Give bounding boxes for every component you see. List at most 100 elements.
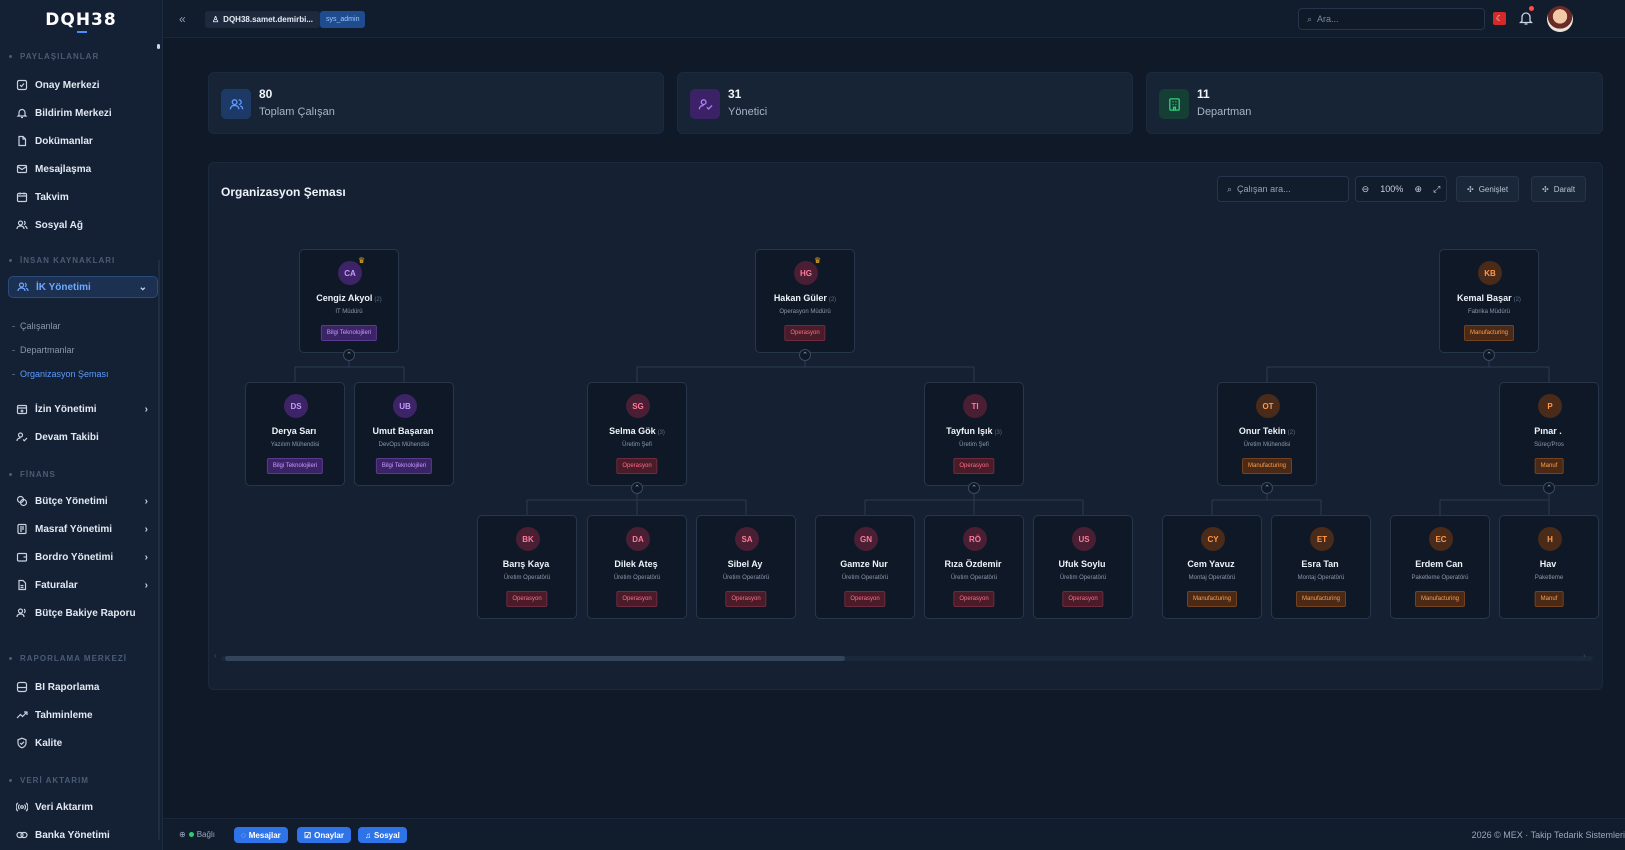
nav-izin-yonetimi[interactable]: İzin Yönetimi ›	[8, 398, 158, 420]
social-button[interactable]: ♫ Sosyal	[358, 827, 407, 843]
collapse-sidebar-icon[interactable]: «	[179, 12, 186, 26]
avatar: SG	[626, 394, 650, 418]
nav-butce-bakiye-raporu[interactable]: Bütçe Bakiye Raporu	[8, 602, 158, 624]
collapse-node-toggle[interactable]: ⌃	[968, 482, 980, 494]
collapse-node-toggle[interactable]: ⌃	[1543, 482, 1555, 494]
avatar: EC	[1429, 527, 1453, 551]
nav-sosyal-ag[interactable]: Sosyal Ağ	[8, 214, 158, 236]
department-badge: Manuf	[1534, 458, 1564, 474]
avatar: KB	[1478, 261, 1502, 285]
sidebar-scroll-indicator	[157, 44, 160, 49]
subnav-calisanlar[interactable]: Çalışanlar	[12, 321, 61, 331]
calendar-icon	[16, 191, 28, 203]
org-node[interactable]: EC Erdem Can Paketleme Operatörü Manufactur…	[1390, 515, 1490, 619]
approvals-button[interactable]: ☑ Onaylar	[297, 827, 351, 843]
shield-icon	[16, 737, 28, 749]
org-node[interactable]: TI Tayfun Işık (3) Üretim Şefi Operasyon	[924, 382, 1024, 486]
nav-faturalar[interactable]: Faturalar ›	[8, 574, 158, 596]
scroll-right-icon[interactable]: ›	[1583, 651, 1586, 660]
nav-bi-raporlama[interactable]: BI Raporlama	[8, 676, 158, 698]
scroll-left-icon[interactable]: ‹	[214, 651, 217, 660]
nav-tahminleme[interactable]: Tahminleme	[8, 704, 158, 726]
nav-dokumanlar[interactable]: Dokümanlar	[8, 130, 158, 152]
nav-onay-merkezi[interactable]: Onay Merkezi	[8, 74, 158, 96]
org-node[interactable]: US Ufuk Soylu Üretim Operatörü Operasyon	[1033, 515, 1133, 619]
nav-butce-yonetimi[interactable]: Bütçe Yönetimi ›	[8, 490, 158, 512]
expand-all-button[interactable]: ✣ Genişlet	[1456, 176, 1520, 202]
employee-name: Onur Tekin (2)	[1218, 426, 1316, 436]
employee-title: Süreç/Pros	[1534, 442, 1564, 448]
nav-label: Mesajlaşma	[35, 163, 92, 175]
nav-banka-yonetimi[interactable]: Banka Yönetimi	[8, 824, 158, 846]
nav-devam-takibi[interactable]: Devam Takibi	[8, 426, 158, 448]
users-icon	[16, 607, 28, 619]
org-node[interactable]: KB Kemal Başar (2) Fabrika Müdürü Manufactur…	[1439, 249, 1539, 353]
collapse-node-toggle[interactable]: ⌃	[343, 349, 355, 361]
nav-bildirim-merkezi[interactable]: Bildirim Merkezi	[8, 102, 158, 124]
org-node[interactable]: OT Onur Tekin (2) Üretim Mühendisi Manufactu…	[1217, 382, 1317, 486]
org-node[interactable]: DS Derya Sarı Yazılım Mühendisi Bilgi Tekno…	[245, 382, 345, 486]
stat-value: 31	[728, 87, 742, 101]
department-badge: Operasyon	[616, 591, 658, 607]
subnav-organizasyon-semasi[interactable]: Organizasyon Şeması	[12, 369, 109, 379]
nav-label: Tahminleme	[35, 709, 93, 721]
employee-search-input[interactable]: ⌕ Çalışan ara...	[1217, 176, 1349, 202]
horizontal-scrollbar-thumb[interactable]	[225, 656, 845, 661]
collapse-node-toggle[interactable]: ⌃	[1261, 482, 1273, 494]
org-node[interactable]: SG Selma Gök (3) Üretim Şefi Operasyon	[587, 382, 687, 486]
department-badge: Manufacturing	[1295, 591, 1347, 607]
user-avatar[interactable]	[1547, 6, 1573, 32]
employee-title: Üretim Operatörü	[1059, 575, 1107, 581]
collapse-node-toggle[interactable]: ⌃	[631, 482, 643, 494]
nav-label: Bütçe Bakiye Raporu	[35, 607, 136, 619]
zoom-out-icon[interactable]: ⊖	[1362, 184, 1370, 195]
employee-title: Paketleme	[1534, 575, 1564, 581]
fullscreen-icon[interactable]: ⤢	[1433, 184, 1440, 195]
employee-name: Tayfun Işık (3)	[925, 426, 1023, 436]
nav-mesajlasma[interactable]: Mesajlaşma	[8, 158, 158, 180]
org-node[interactable]: DA Dilek Ateş Üretim Operatörü Operasyon	[587, 515, 687, 619]
org-node[interactable]: RÖ Rıza Özdemir Üretim Operatörü Operasyon	[924, 515, 1024, 619]
wallet-icon	[16, 551, 28, 563]
button-label: Sosyal	[374, 830, 400, 840]
name-text: Sibel Ay	[727, 559, 763, 569]
nav-label: Faturalar	[35, 579, 78, 591]
org-node[interactable]: SA Sibel Ay Üretim Operatörü Operasyon	[696, 515, 796, 619]
user-check-icon	[690, 89, 720, 119]
org-node[interactable]: ET Esra Tan Montaj Operatörü Manufacturing	[1271, 515, 1371, 619]
nav-veri-aktarim[interactable]: Veri Aktarım	[8, 796, 158, 818]
nav-bordro-yonetimi[interactable]: Bordro Yönetimi ›	[8, 546, 158, 568]
org-node[interactable]: H Hav Paketleme Manuf	[1499, 515, 1599, 619]
nav-ik-yonetimi[interactable]: İK Yönetimi ⌄	[8, 276, 158, 298]
department-badge: Operasyon	[953, 458, 995, 474]
org-node[interactable]: P Pınar . Süreç/Pros Manuf	[1499, 382, 1599, 486]
report-count: (2)	[828, 297, 837, 303]
user-chip[interactable]: ♙ DQH38.samet.demirbi...	[205, 11, 320, 28]
expand-icon: ✣	[1467, 184, 1474, 194]
zoom-in-icon[interactable]: ⊕	[1414, 184, 1422, 195]
nav-kalite[interactable]: Kalite	[8, 732, 158, 754]
nav-label: Devam Takibi	[35, 431, 99, 443]
subnav-departmanlar[interactable]: Departmanlar	[12, 345, 75, 355]
global-search-input[interactable]: ⌕ Ara...	[1298, 8, 1485, 30]
notification-bell-icon[interactable]	[1518, 10, 1534, 26]
collapse-node-toggle[interactable]: ⌃	[799, 349, 811, 361]
org-node[interactable]: UB Umut Başaran DevOps Mühendisi Bilgi Tekn…	[354, 382, 454, 486]
messages-button[interactable]: ◌ Mesajlar	[234, 827, 288, 843]
name-text: Gamze Nur	[840, 559, 888, 569]
org-node[interactable]: ♛ CA Cengiz Akyol (2) IT Müdürü Bilgi Teknolo…	[299, 249, 399, 353]
collapse-node-toggle[interactable]: ⌃	[1483, 349, 1495, 361]
org-node[interactable]: CY Cem Yavuz Montaj Operatörü Manufacturing	[1162, 515, 1262, 619]
employee-name: Ufuk Soylu	[1034, 559, 1132, 569]
org-node[interactable]: GN Gamze Nur Üretim Operatörü Operasyon	[815, 515, 915, 619]
nav-label: Takvim	[35, 191, 69, 203]
org-node[interactable]: BK Barış Kaya Üretim Operatörü Operasyon	[477, 515, 577, 619]
name-text: Derya Sarı	[271, 426, 317, 436]
language-flag-icon[interactable]: ☾	[1493, 12, 1506, 25]
sidebar-scrollbar[interactable]	[158, 260, 160, 840]
collapse-all-button[interactable]: ✣ Daralt	[1531, 176, 1587, 202]
employee-title: Üretim Operatörü	[950, 575, 998, 581]
org-node[interactable]: ♛ HG Hakan Güler (2) Operasyon Müdürü Operasy…	[755, 249, 855, 353]
nav-takvim[interactable]: Takvim	[8, 186, 158, 208]
nav-masraf-yonetimi[interactable]: Masraf Yönetimi ›	[8, 518, 158, 540]
